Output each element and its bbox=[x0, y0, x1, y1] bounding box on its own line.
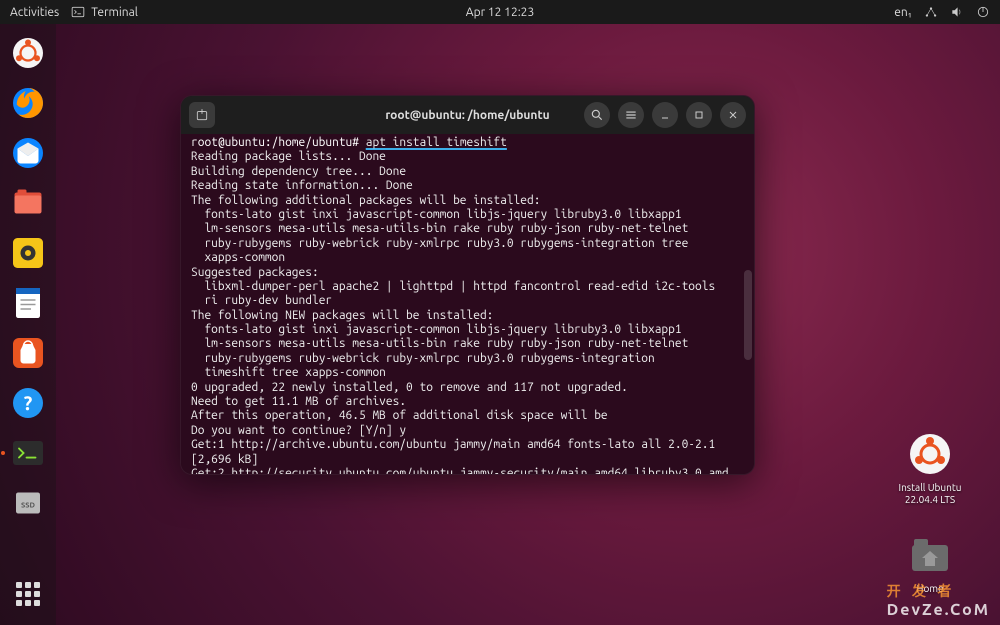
minimize-button[interactable] bbox=[652, 102, 678, 128]
terminal-line: fonts-lato gist inxi javascript-common l… bbox=[191, 208, 744, 222]
thunderbird-icon bbox=[10, 135, 46, 171]
terminal-indicator-icon bbox=[71, 5, 85, 19]
terminal-line: Reading state information... Done bbox=[191, 179, 744, 193]
dock-ubiquity[interactable] bbox=[7, 32, 49, 74]
terminal-output: Reading package lists... DoneBuilding de… bbox=[191, 150, 744, 474]
search-button[interactable] bbox=[584, 102, 610, 128]
terminal-icon bbox=[10, 435, 46, 471]
ssd-icon: SSD bbox=[10, 485, 46, 521]
network-icon[interactable] bbox=[924, 5, 938, 19]
terminal-line: Do you want to continue? [Y/n] y bbox=[191, 424, 744, 438]
close-icon bbox=[727, 109, 739, 121]
terminal-line: The following NEW packages will be insta… bbox=[191, 309, 744, 323]
dock-ssd[interactable]: SSD bbox=[7, 482, 49, 524]
terminal-line: Building dependency tree... Done bbox=[191, 165, 744, 179]
apps-grid-icon bbox=[16, 582, 40, 606]
desktop-install-label: Install Ubuntu 22.04.4 LTS bbox=[890, 482, 970, 506]
software-icon bbox=[10, 335, 46, 371]
terminal-line: ruby-rubygems ruby-webrick ruby-xmlrpc r… bbox=[191, 352, 744, 366]
app-menu-label: Terminal bbox=[91, 6, 138, 19]
terminal-window: root@ubuntu: /home/ubuntu root@ubuntu:/h… bbox=[180, 95, 755, 475]
window-title: root@ubuntu: /home/ubuntu bbox=[385, 109, 549, 122]
dock: ? SSD bbox=[0, 24, 56, 625]
terminal-line: xapps-common bbox=[191, 251, 744, 265]
terminal-line: ri ruby-dev bundler bbox=[191, 294, 744, 308]
watermark: 开 发 者 DevZe.CoM bbox=[887, 581, 990, 619]
files-icon bbox=[10, 185, 46, 221]
dock-rhythmbox[interactable] bbox=[7, 232, 49, 274]
svg-text:SSD: SSD bbox=[21, 502, 36, 510]
terminal-line: fonts-lato gist inxi javascript-common l… bbox=[191, 323, 744, 337]
terminal-line: Reading package lists... Done bbox=[191, 150, 744, 164]
dock-thunderbird[interactable] bbox=[7, 132, 49, 174]
dock-writer[interactable] bbox=[7, 282, 49, 324]
new-tab-icon bbox=[195, 108, 209, 122]
new-tab-button[interactable] bbox=[189, 102, 215, 128]
terminal-line: Get:2 http://security.ubuntu.com/ubuntu … bbox=[191, 467, 744, 474]
terminal-line: timeshift tree xapps-common bbox=[191, 366, 744, 380]
maximize-button[interactable] bbox=[686, 102, 712, 128]
maximize-icon bbox=[693, 109, 705, 121]
desktop-install-ubuntu[interactable]: Install Ubuntu 22.04.4 LTS bbox=[890, 430, 970, 506]
scrollbar-thumb[interactable] bbox=[744, 270, 752, 360]
minimize-icon bbox=[659, 109, 671, 121]
dock-files[interactable] bbox=[7, 182, 49, 224]
input-source-indicator[interactable]: en₁ bbox=[894, 6, 912, 19]
terminal-line: lm-sensors mesa-utils mesa-utils-bin rak… bbox=[191, 337, 744, 351]
dock-help[interactable]: ? bbox=[7, 382, 49, 424]
dock-software[interactable] bbox=[7, 332, 49, 374]
volume-icon[interactable] bbox=[950, 5, 964, 19]
terminal-line: ruby-rubygems ruby-webrick ruby-xmlrpc r… bbox=[191, 237, 744, 251]
terminal-line: Get:1 http://archive.ubuntu.com/ubuntu j… bbox=[191, 438, 744, 467]
rhythmbox-icon bbox=[10, 235, 46, 271]
dock-terminal[interactable] bbox=[7, 432, 49, 474]
svg-text:?: ? bbox=[24, 392, 33, 414]
clock[interactable]: Apr 12 12:23 bbox=[466, 6, 534, 19]
terminal-line: 0 upgraded, 22 newly installed, 0 to rem… bbox=[191, 381, 744, 395]
terminal-prompt-line: root@ubuntu:/home/ubuntu# apt install ti… bbox=[191, 136, 744, 150]
menu-button[interactable] bbox=[618, 102, 644, 128]
terminal-line: Suggested packages: bbox=[191, 266, 744, 280]
app-menu[interactable]: Terminal bbox=[71, 5, 138, 19]
terminal-line: After this operation, 46.5 MB of additio… bbox=[191, 409, 744, 423]
ubuntu-installer-icon bbox=[906, 430, 954, 478]
home-folder-icon bbox=[906, 531, 954, 579]
top-bar: Activities Terminal Apr 12 12:23 en₁ bbox=[0, 0, 1000, 24]
ubiquity-icon bbox=[10, 35, 46, 71]
power-icon[interactable] bbox=[976, 5, 990, 19]
terminal-body[interactable]: root@ubuntu:/home/ubuntu# apt install ti… bbox=[181, 134, 754, 474]
close-button[interactable] bbox=[720, 102, 746, 128]
show-applications-button[interactable] bbox=[7, 573, 49, 615]
window-titlebar[interactable]: root@ubuntu: /home/ubuntu bbox=[181, 96, 754, 134]
firefox-icon bbox=[10, 85, 46, 121]
search-icon bbox=[590, 108, 604, 122]
activities-button[interactable]: Activities bbox=[10, 6, 59, 19]
terminal-line: The following additional packages will b… bbox=[191, 194, 744, 208]
terminal-line: libxml-dumper-perl apache2 | lighttpd | … bbox=[191, 280, 744, 294]
dock-firefox[interactable] bbox=[7, 82, 49, 124]
writer-icon bbox=[10, 285, 46, 321]
terminal-line: lm-sensors mesa-utils mesa-utils-bin rak… bbox=[191, 222, 744, 236]
hamburger-icon bbox=[624, 108, 638, 122]
help-icon: ? bbox=[10, 385, 46, 421]
terminal-line: Need to get 11.1 MB of archives. bbox=[191, 395, 744, 409]
